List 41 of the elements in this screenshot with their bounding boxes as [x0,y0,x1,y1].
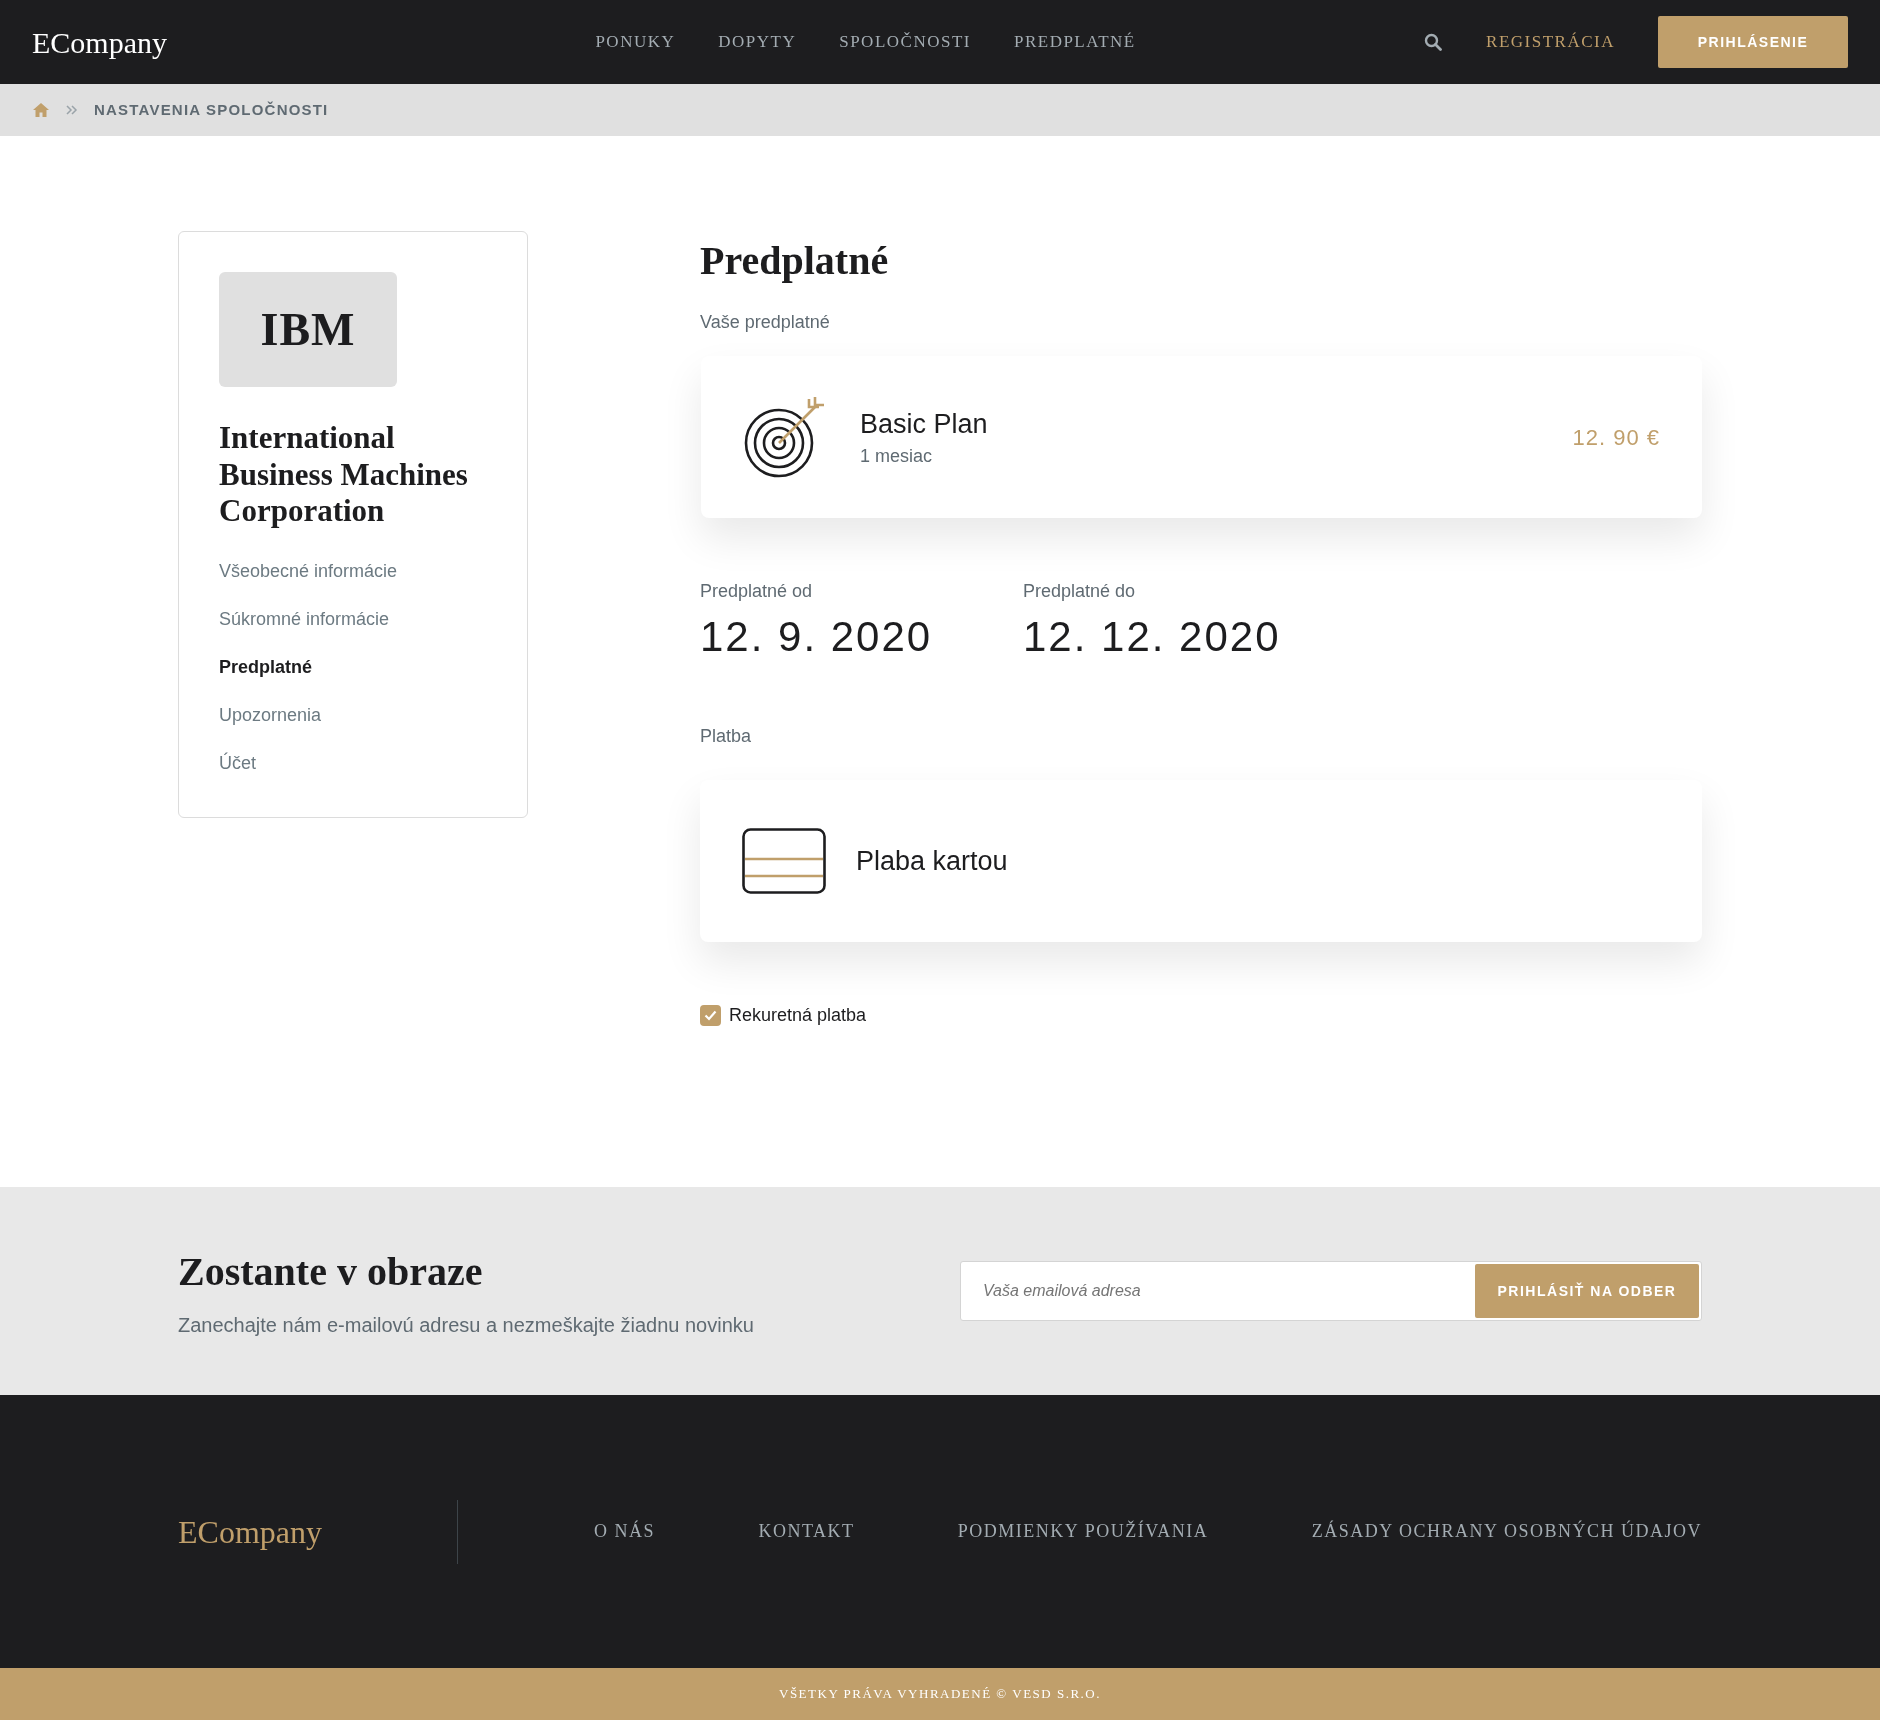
sidebar-link[interactable]: Upozornenia [219,701,487,729]
register-link[interactable]: REGISTRÁCIA [1486,29,1615,55]
sidebar-link[interactable]: Účet [219,749,487,777]
section-label: Vaše predplatné [700,311,831,334]
logo[interactable]: ECompany [32,19,167,65]
newsletter-text: Zanechajte nám e-mailovú adresu a nezmeškajte žiadnu novinku [178,1313,754,1338]
home-icon[interactable] [32,102,50,118]
plan-period: 1 mesiac [860,444,934,468]
search-icon[interactable] [1424,33,1443,51]
footer-link[interactable]: ZÁSADY OCHRANY OSOBNÝCH ÚDAJOV [1311,1518,1702,1545]
company-name: International Business Machines Corporation [219,420,469,530]
date-label: Predplatné do [1023,580,1137,603]
nav-link[interactable]: PREDPLATNÉ [1013,29,1136,55]
breadcrumb-current: NASTAVENIA SPOLOČNOSTI [94,99,329,120]
nav-link[interactable]: PONUKY [595,29,676,55]
footer-link[interactable]: KONTAKT [758,1518,855,1545]
chevron-icon [66,105,78,115]
date-label: Predplatné od [700,580,814,603]
check-icon [704,1010,717,1021]
payment-method: Plaba kartou [856,844,1008,878]
plan-name: Basic Plan [860,408,988,442]
copyright-text: VŠETKY PRÁVA VYHRADENÉ © VESD S.R.O. [779,1685,1101,1704]
sidebar-link[interactable]: Predplatné [219,653,487,681]
footer-link[interactable]: PODMIENKY POUŽÍVANIA [957,1518,1209,1545]
footer-link[interactable]: O NÁS [594,1518,655,1545]
company-logo: IBM [260,306,356,353]
checkbox[interactable] [700,1005,721,1026]
page-title: Predplatné [700,237,890,285]
checkbox-label: Rekuretná platba [729,1004,867,1027]
nav-link[interactable]: SPOLOČNOSTI [839,29,971,55]
date-value: 12. 12. 2020 [1023,612,1282,662]
nav-link[interactable]: DOPYTY [718,29,797,55]
target-icon [743,395,827,479]
plan-price: 12. 90 € [1572,423,1660,452]
footer-logo: ECompany [178,1499,458,1564]
credit-card-icon [742,828,826,894]
newsletter-title: Zostante v obraze [178,1248,484,1296]
section-label: Platba [700,725,753,748]
sidebar-link[interactable]: Všeobecné informácie [219,557,487,585]
sidebar-link[interactable]: Súkromné informácie [219,605,487,633]
date-value: 12. 9. 2020 [700,612,934,662]
